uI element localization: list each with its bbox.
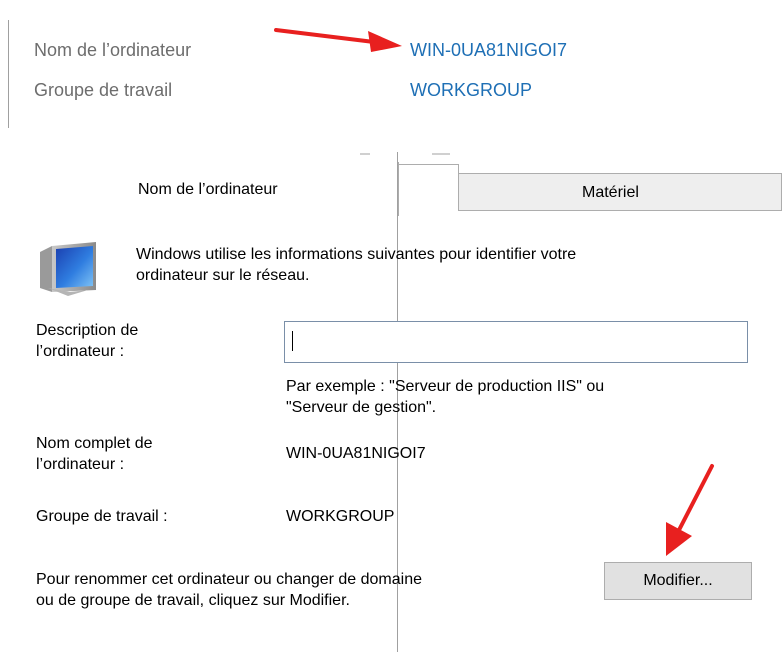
- full-name-value: WIN-0UA81NIGOI7: [286, 445, 426, 462]
- rename-line-1: Pour renommer cet ordinateur ou changer …: [36, 571, 422, 588]
- description-input[interactable]: [284, 321, 748, 363]
- computer-name-value[interactable]: WIN-0UA81NIGOI7: [410, 40, 567, 61]
- dialog-workgroup-label: Groupe de travail :: [36, 508, 168, 525]
- rename-instructions: Pour renommer cet ordinateur ou changer …: [36, 569, 422, 611]
- section-divider: [8, 20, 9, 128]
- full-name-label-line-1: Nom complet de: [36, 435, 153, 452]
- example-text: Par exemple : "Serveur de production IIS…: [286, 376, 604, 418]
- red-annotation-arrow: [274, 28, 402, 52]
- example-line-2: "Serveur de gestion".: [286, 399, 437, 416]
- computer-name-label: Nom de l’ordinateur: [34, 40, 192, 60]
- full-name-label: Nom complet de l’ordinateur :: [36, 433, 153, 475]
- intro-text: Windows utilise les informations suivant…: [136, 244, 576, 286]
- text-caret: [292, 331, 293, 351]
- modify-button[interactable]: Modifier...: [604, 562, 752, 600]
- intro-line-1: Windows utilise les informations suivant…: [136, 246, 577, 263]
- workgroup-label: Groupe de travail: [34, 80, 173, 100]
- full-name-label-line-2: l’ordinateur :: [36, 456, 125, 473]
- example-line-1: Par exemple : "Serveur de production IIS…: [286, 378, 605, 395]
- dialog-top-edge: [360, 153, 450, 155]
- description-label-line-1: Description de: [36, 322, 139, 339]
- computer-monitor-icon: [40, 242, 96, 296]
- screenshot-stage: Nom de l’ordinateur WIN-0UA81NIGOI7 Grou…: [0, 0, 782, 652]
- red-annotation-arrow: [666, 464, 714, 556]
- intro-line-2: ordinateur sur le réseau.: [136, 267, 310, 284]
- description-label-line-2: l’ordinateur :: [36, 343, 125, 360]
- dialog-workgroup-value: WORKGROUP: [286, 508, 395, 525]
- description-label: Description de l’ordinateur :: [36, 320, 138, 362]
- workgroup-value[interactable]: WORKGROUP: [410, 80, 532, 101]
- tab-hardware-label[interactable]: Matériel: [582, 184, 639, 202]
- rename-line-2: ou de groupe de travail, cliquez sur Mod…: [36, 592, 350, 609]
- tab-computer-name[interactable]: [398, 164, 458, 216]
- tab-computer-name-label[interactable]: Nom de l’ordinateur: [138, 181, 278, 199]
